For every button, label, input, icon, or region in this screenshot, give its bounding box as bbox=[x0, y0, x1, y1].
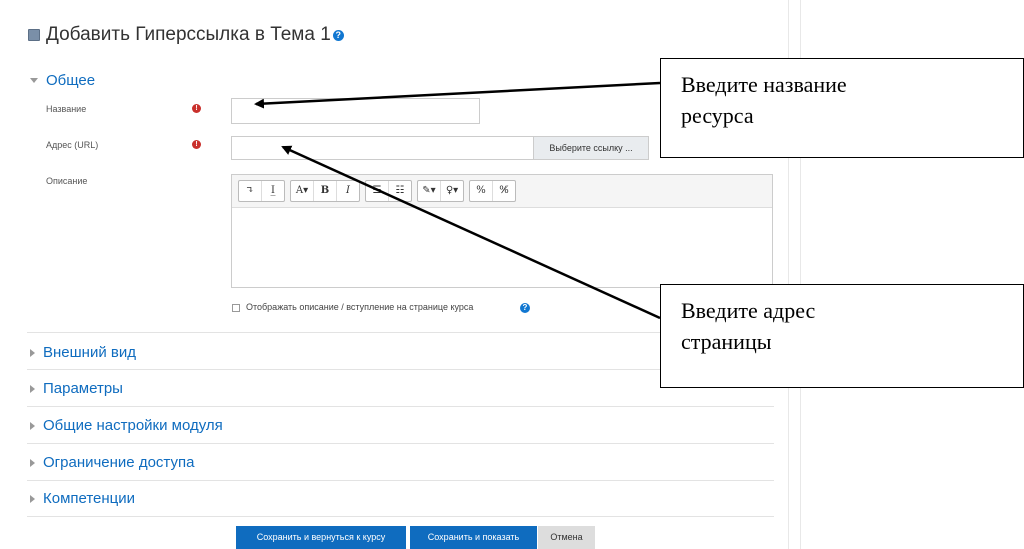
callout-line: ресурса bbox=[681, 103, 754, 128]
arrow-to-name-input bbox=[254, 81, 661, 109]
arrow-to-url-input bbox=[281, 145, 661, 320]
callout-line: страницы bbox=[681, 329, 772, 354]
callout-line: Введите адрес bbox=[681, 298, 816, 323]
callout-name-hint: Введите название ресурса bbox=[660, 58, 1024, 158]
callout-line: Введите название bbox=[681, 72, 847, 97]
callout-url-hint: Введите адрес страницы bbox=[660, 284, 1024, 388]
